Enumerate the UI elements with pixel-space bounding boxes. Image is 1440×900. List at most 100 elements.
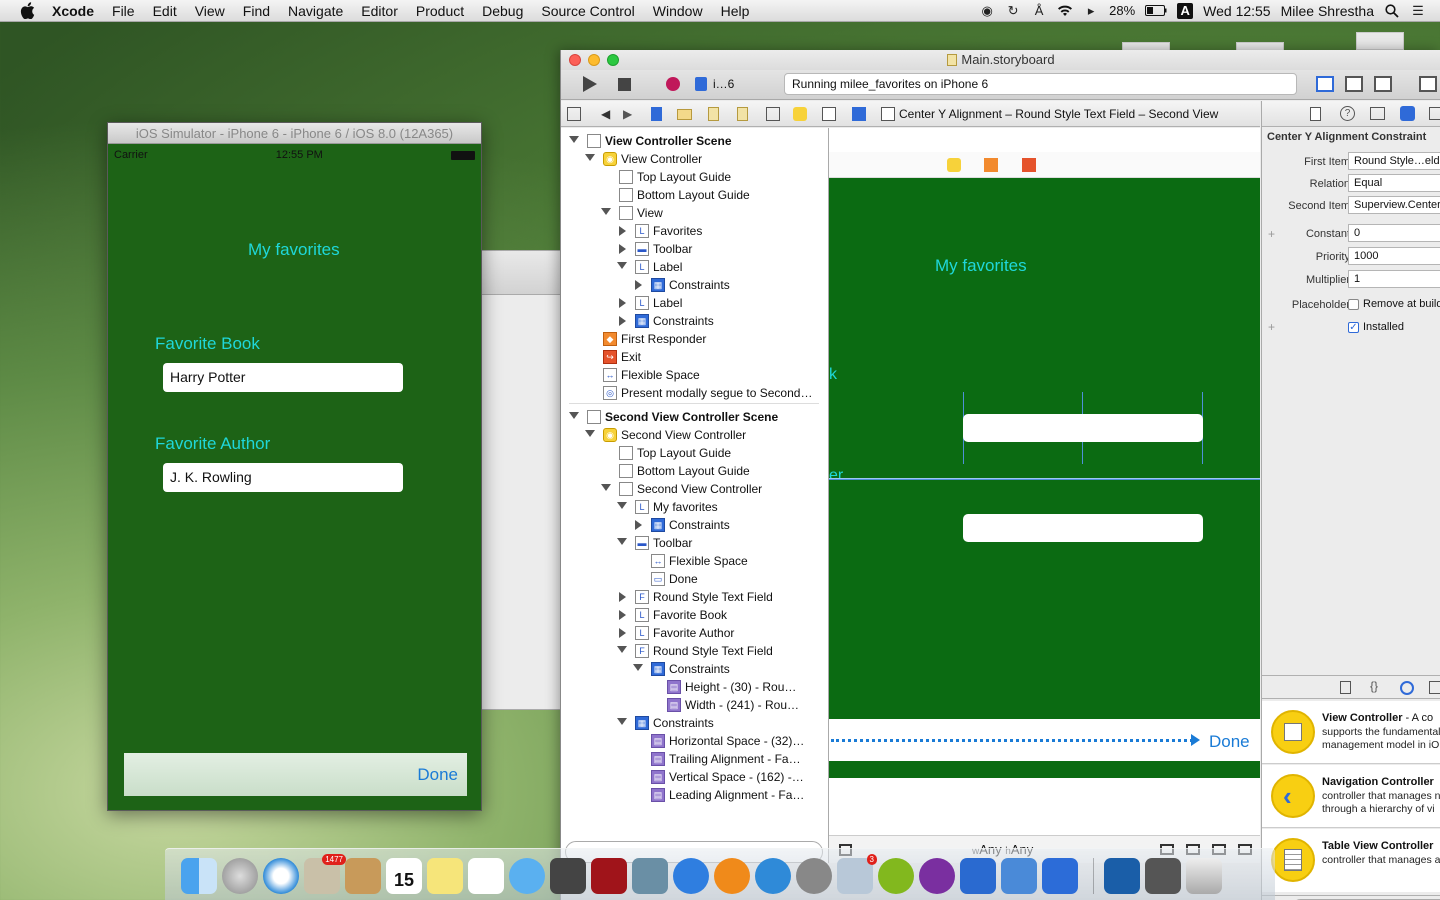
favorite-book-field[interactable]: Harry Potter [163, 363, 403, 392]
user-name[interactable]: Milee Shrestha [1281, 3, 1374, 19]
disclosure-triangle-icon[interactable] [569, 412, 579, 419]
outline-row[interactable]: ▬ Toolbar [561, 534, 827, 552]
outline-row[interactable]: ▤ Vertical Space - (162) -… [561, 768, 827, 786]
close-button[interactable] [569, 54, 581, 66]
ios-simulator-icon[interactable] [1042, 858, 1078, 894]
safari-icon[interactable] [263, 858, 299, 894]
outline-row[interactable]: ◎ Present modally segue to Second… [561, 384, 827, 402]
outline-row[interactable]: View [561, 204, 827, 222]
object-library-icon[interactable] [1400, 681, 1414, 695]
finder-icon[interactable] [181, 858, 217, 894]
disclosure-triangle-icon[interactable] [619, 610, 626, 620]
scene-vc-icon[interactable] [947, 158, 961, 172]
library-item-view-controller[interactable]: View Controller - A co supports the fund… [1262, 701, 1440, 764]
outline-row[interactable]: Bottom Layout Guide [561, 186, 827, 204]
outline-row[interactable]: L Favorite Book [561, 606, 827, 624]
outline-scene-row[interactable]: View Controller Scene [561, 132, 827, 150]
scheme-device-label[interactable]: i…6 [713, 77, 734, 91]
view-icon[interactable] [822, 107, 836, 121]
outline-row[interactable]: ▤ Leading Alignment - Fa… [561, 786, 827, 804]
menu-help[interactable]: Help [712, 3, 759, 19]
facetime-icon[interactable] [550, 858, 586, 894]
outline-row[interactable]: ◉ View Controller [561, 150, 827, 168]
file-template-library-icon[interactable] [1340, 681, 1351, 694]
storyboard-canvas[interactable]: k er My favorites Done wAny hAny [829, 128, 1260, 863]
scene-exit-icon[interactable] [1022, 158, 1036, 172]
quick-help-icon[interactable]: ? [1340, 106, 1355, 121]
menu-source-control[interactable]: Source Control [532, 3, 643, 19]
stop-icon[interactable] [618, 78, 631, 91]
assistant-editor-icon[interactable] [1345, 76, 1363, 92]
menu-view[interactable]: View [186, 3, 234, 19]
photo-booth-icon[interactable] [591, 858, 627, 894]
installed-checkbox[interactable]: ✓ [1348, 322, 1359, 333]
related-items-icon[interactable] [567, 107, 581, 121]
disclosure-triangle-icon[interactable] [617, 718, 627, 725]
messages-icon[interactable] [509, 858, 545, 894]
disclosure-triangle-icon[interactable] [617, 262, 627, 269]
outline-row[interactable]: F Round Style Text Field [561, 642, 827, 660]
done-button[interactable]: Done [417, 765, 458, 785]
outline-row[interactable]: ▤ Width - (241) - Rou… [561, 696, 827, 714]
outline-row[interactable]: ◉ Second View Controller [561, 426, 827, 444]
scene-view[interactable]: k er [829, 178, 1260, 778]
outline-row[interactable]: ▤ Height - (30) - Rou… [561, 678, 827, 696]
scene-first-responder-icon[interactable] [984, 158, 998, 172]
xcode-icon[interactable] [1001, 858, 1037, 894]
identity-inspector-icon[interactable] [1370, 107, 1385, 120]
wifi-icon[interactable] [1057, 3, 1073, 19]
notification-center-icon[interactable]: ☰ [1410, 3, 1426, 19]
library-item-navigation-controller[interactable]: ‹ Navigation Controller controller that … [1262, 765, 1440, 828]
outline-row[interactable]: ↔ Flexible Space [561, 366, 827, 384]
canvas-text-field-author[interactable] [963, 514, 1203, 542]
disclosure-triangle-icon[interactable] [619, 298, 626, 308]
priority-field[interactable]: 1000 [1348, 247, 1440, 265]
outline-row[interactable]: L Label [561, 294, 827, 312]
trash-icon[interactable] [1186, 858, 1222, 894]
outline-row[interactable]: ◆ First Responder [561, 330, 827, 348]
disclosure-triangle-icon[interactable] [619, 592, 626, 602]
menu-debug[interactable]: Debug [473, 3, 532, 19]
word-icon[interactable] [960, 858, 996, 894]
constant-field[interactable]: 0 [1348, 224, 1440, 242]
forward-arrow-icon[interactable]: ▶ [623, 101, 632, 127]
menu-file[interactable]: File [103, 3, 144, 19]
simulator-title[interactable]: iOS Simulator - iPhone 6 - iPhone 6 / iO… [108, 123, 481, 144]
volume-icon[interactable]: ▸ [1083, 3, 1099, 19]
disclosure-triangle-icon[interactable] [619, 244, 626, 254]
bluetooth-icon[interactable]: Å [1031, 3, 1047, 19]
menu-product[interactable]: Product [407, 3, 473, 19]
app-store-icon[interactable] [755, 858, 791, 894]
menu-navigate[interactable]: Navigate [279, 3, 352, 19]
outline-row[interactable]: L Label [561, 258, 827, 276]
reminders-icon[interactable] [468, 858, 504, 894]
menu-edit[interactable]: Edit [144, 3, 186, 19]
document-icon[interactable] [1104, 858, 1140, 894]
placeholder-checkbox[interactable] [1348, 299, 1359, 310]
size-inspector-icon[interactable] [1429, 107, 1440, 120]
ibooks-icon[interactable] [714, 858, 750, 894]
outline-row[interactable]: L Favorites [561, 222, 827, 240]
standard-editor-icon[interactable] [1316, 76, 1334, 92]
disclosure-triangle-icon[interactable] [601, 208, 611, 215]
apple-logo-icon[interactable] [18, 0, 36, 22]
spotify-icon[interactable] [878, 858, 914, 894]
outline-row[interactable]: L My favorites [561, 498, 827, 516]
iphoto-icon[interactable] [632, 858, 668, 894]
minimize-button[interactable] [588, 54, 600, 66]
favorite-author-field[interactable]: J. K. Rowling [163, 463, 403, 492]
disclosure-triangle-icon[interactable] [635, 280, 642, 290]
outline-row[interactable]: ▦ Constraints [561, 276, 827, 294]
outline-row[interactable]: Second View Controller [561, 480, 827, 498]
menu-app-name[interactable]: Xcode [52, 3, 103, 19]
constraints-icon[interactable] [852, 107, 866, 121]
outline-scene-row[interactable]: Second View Controller Scene [561, 408, 827, 426]
itunes-icon[interactable] [673, 858, 709, 894]
contacts-icon[interactable] [345, 858, 381, 894]
disclosure-triangle-icon[interactable] [619, 226, 626, 236]
notes-icon[interactable] [427, 858, 463, 894]
media-library-icon[interactable] [1429, 681, 1440, 694]
disclosure-triangle-icon[interactable] [601, 484, 611, 491]
outline-row[interactable]: ▦ Constraints [561, 312, 827, 330]
first-item-popup[interactable]: Round Style…eld [1348, 152, 1440, 170]
